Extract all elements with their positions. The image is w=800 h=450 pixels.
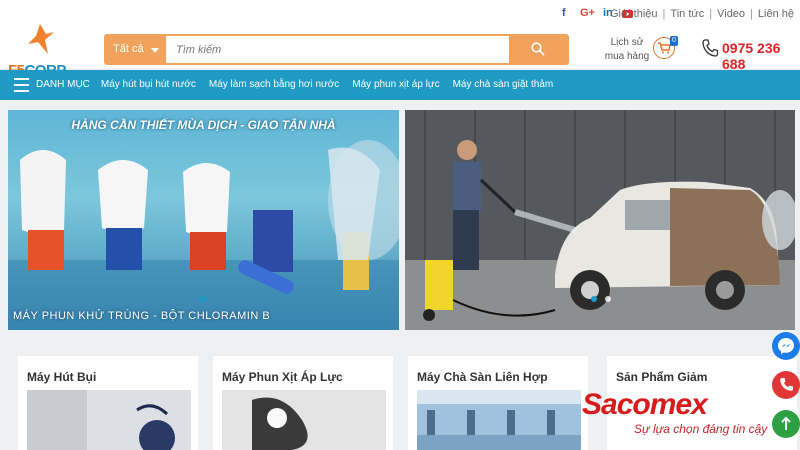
logo[interactable]: F5CORP xyxy=(6,10,86,79)
nav-item-steam-cleaner[interactable]: Máy làm sạch bằng hơi nước xyxy=(209,79,339,90)
history-label-1: Lịch sử xyxy=(610,37,644,48)
card-title: Máy Phun Xịt Áp Lực xyxy=(222,370,343,384)
search-bar: Tất cả xyxy=(104,34,569,65)
bird-logo-icon xyxy=(28,24,54,54)
google-plus-icon[interactable]: G+ xyxy=(580,7,595,19)
promo-banner-disinfection[interactable]: HÀNG CẦN THIẾT MÙA DỊCH - GIAO TẬN NHÀ M… xyxy=(8,110,399,330)
category-card-floor-scrubber[interactable]: Máy Chà Sàn Liên Hợp xyxy=(408,356,588,450)
purchase-history-link[interactable]: Lịch sử mua hàng xyxy=(603,36,651,64)
watermark-tagline: Sự lựa chọn đáng tin cậy xyxy=(634,422,768,436)
cart-icon xyxy=(658,42,671,54)
carousel-dot[interactable] xyxy=(605,296,611,302)
nav-item-floor-scrubber[interactable]: Máy chà sàn giặt thảm xyxy=(453,79,554,90)
facebook-icon[interactable]: f xyxy=(562,7,566,19)
nav-item-vacuum[interactable]: Máy hút bụi hút nước xyxy=(101,79,196,90)
hotline-number[interactable]: 0975 236 688 xyxy=(722,40,800,72)
search-icon xyxy=(531,42,545,56)
promo-banner-pressure-washer[interactable] xyxy=(405,110,795,330)
vacuum-image xyxy=(27,390,191,450)
search-input[interactable] xyxy=(168,36,508,63)
search-category-label: Tất cả xyxy=(113,43,144,55)
category-card-pressure-washer[interactable]: Máy Phun Xịt Áp Lực xyxy=(213,356,393,450)
divider: | xyxy=(709,8,713,20)
messenger-icon xyxy=(778,338,794,354)
banner-caption: MÁY PHUN KHỬ TRÙNG - BỘT CHLORAMIN B xyxy=(13,310,271,322)
top-link-news[interactable]: Tin tức xyxy=(670,8,704,20)
hamburger-menu-icon[interactable] xyxy=(14,78,29,96)
chevron-down-icon xyxy=(151,48,159,53)
search-button[interactable] xyxy=(509,36,567,63)
top-utility-bar: f G+ in Giới thiệu | Tin tức | Video | L… xyxy=(0,0,800,28)
nav-items: DANH MỤC Máy hút bụi hút nước Máy làm sạ… xyxy=(36,79,566,90)
banner-headline: HÀNG CẦN THIẾT MÙA DỊCH - GIAO TẬN NHÀ xyxy=(71,118,336,132)
call-button[interactable] xyxy=(772,371,800,399)
phone-icon xyxy=(780,378,793,391)
back-to-top-button[interactable] xyxy=(772,410,800,438)
banner-car-wash-image xyxy=(405,110,795,330)
history-label-2: mua hàng xyxy=(604,51,650,62)
arrow-up-icon xyxy=(781,416,791,430)
header: F5CORP Tất cả Lịch sử mua hàng 0 0975 23… xyxy=(0,24,800,79)
search-category-select[interactable]: Tất cả xyxy=(106,36,166,63)
nav-item-categories[interactable]: DANH MỤC xyxy=(36,79,90,90)
floor-scrubber-image xyxy=(417,390,581,450)
category-card-vacuum[interactable]: Máy Hút Bụi xyxy=(18,356,198,450)
top-link-about[interactable]: Giới thiệu xyxy=(610,8,658,20)
cart-count-badge: 0 xyxy=(670,36,678,46)
watermark-brand: Sacomex xyxy=(582,388,708,421)
top-links: Giới thiệu | Tin tức | Video | Liên hệ xyxy=(610,8,794,20)
phone-icon xyxy=(702,39,718,57)
top-link-video[interactable]: Video xyxy=(717,8,745,20)
top-link-contact[interactable]: Liên hệ xyxy=(758,8,794,20)
carousel-dot[interactable] xyxy=(591,296,597,302)
messenger-button[interactable] xyxy=(772,332,800,360)
card-title: Máy Chà Sàn Liên Hợp xyxy=(417,370,548,384)
pressure-washer-image xyxy=(222,390,386,450)
category-nav: DANH MỤC Máy hút bụi hút nước Máy làm sạ… xyxy=(0,70,800,100)
carousel-dot[interactable] xyxy=(200,296,206,302)
card-title: Máy Hút Bụi xyxy=(27,370,97,384)
card-title: Sản Phẩm Giảm xyxy=(616,370,708,384)
nav-item-pressure-washer[interactable]: Máy phun xịt áp lực xyxy=(352,79,439,90)
watermark-logo: Sacomex Sự lựa chọn đáng tin cậy xyxy=(582,388,782,450)
divider: | xyxy=(750,8,753,20)
divider: | xyxy=(662,8,666,20)
